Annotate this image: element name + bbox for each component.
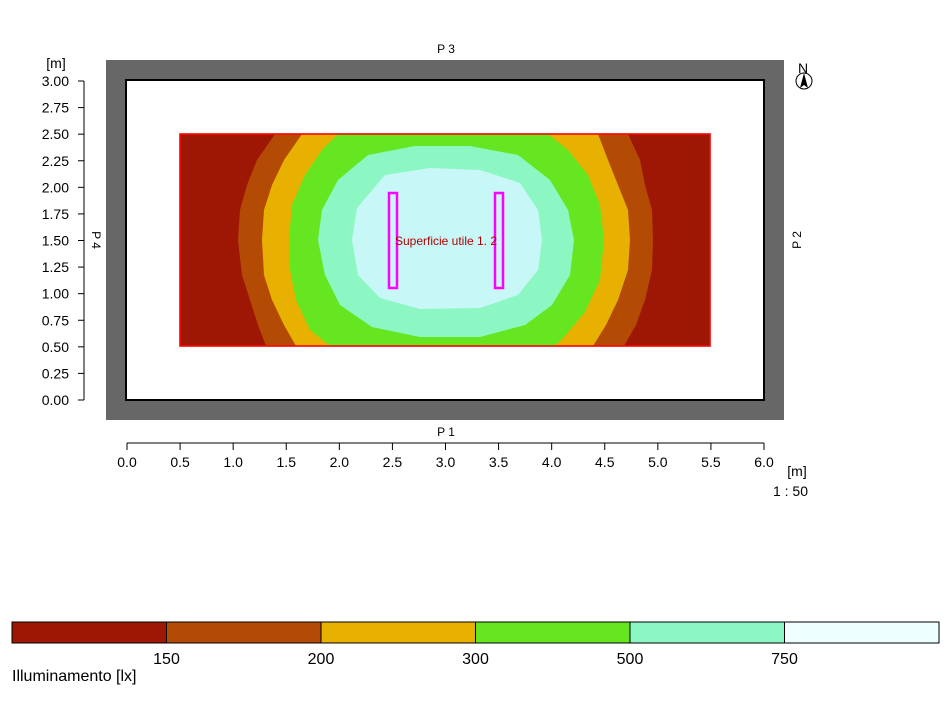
illuminance-legend: 150 200 300 500 750 Illuminamento [lx] [11,621,940,685]
x-tick-label: 4.0 [542,454,562,470]
x-axis-unit: [m] [787,463,806,479]
y-tick-label: 3.00 [42,73,69,89]
x-tick-label: 4.5 [595,454,615,470]
legend-swatch [166,621,322,644]
wall-label-left: P 4 [89,231,103,249]
wall-label-bottom: P 1 [437,425,455,439]
x-tick-label: 1.0 [223,454,243,470]
x-tick-label: 0.0 [117,454,137,470]
y-axis: [m] 0.00 0.25 0.50 0.75 1.00 1.25 1.50 1.75 2.00… [42,55,85,408]
north-arrow-icon: N [795,60,813,90]
legend-swatch [475,621,631,644]
legend-threshold-label: 750 [771,651,798,668]
legend-title: Illuminamento [lx] [12,668,137,685]
y-axis-unit: [m] [46,55,65,71]
legend-swatch [320,621,476,644]
wall-label-right: P 2 [790,231,804,249]
x-axis: 0.0 0.5 1.0 1.5 2.0 2.5 3.0 3.5 4.0 4.5 5.0 5.5 6.0 … [117,442,808,499]
x-tick-label: 2.5 [383,454,403,470]
y-tick-label: 2.75 [42,100,69,116]
x-tick-label: 2.0 [330,454,350,470]
x-tick-label: 0.5 [170,454,190,470]
x-tick-label: 5.0 [648,454,668,470]
x-tick-label: 5.5 [701,454,721,470]
y-tick-label: 1.00 [42,286,69,302]
legend-threshold-label: 500 [617,651,644,668]
x-tick-label: 1.5 [277,454,297,470]
plan-scale: 1 : 50 [773,483,808,499]
y-tick-label: 0.00 [42,392,69,408]
x-tick-label: 3.0 [436,454,456,470]
legend-threshold-label: 150 [153,651,180,668]
y-tick-label: 1.75 [42,206,69,222]
y-tick-label: 0.25 [42,365,69,381]
legend-threshold-label: 300 [462,651,489,668]
legend-swatch [784,621,940,644]
work-surface-label: Superficie utile 1. 2 [395,234,497,248]
y-tick-label: 2.00 [42,179,69,195]
y-tick-label: 2.50 [42,126,69,142]
y-tick-label: 1.25 [42,259,69,275]
y-tick-label: 0.50 [42,339,69,355]
y-tick-label: 2.25 [42,153,69,169]
wall-label-top: P 3 [437,42,455,56]
y-tick-label: 0.75 [42,312,69,328]
y-tick-label: 1.50 [42,233,69,249]
legend-swatch [11,621,167,644]
x-tick-label: 6.0 [754,454,774,470]
floor-plan-diagram: Superficie utile 1. 2 P 3 P 1 P 4 P 2 N … [11,42,940,685]
x-tick-label: 3.5 [489,454,509,470]
legend-swatch [629,621,785,644]
legend-threshold-label: 200 [308,651,335,668]
